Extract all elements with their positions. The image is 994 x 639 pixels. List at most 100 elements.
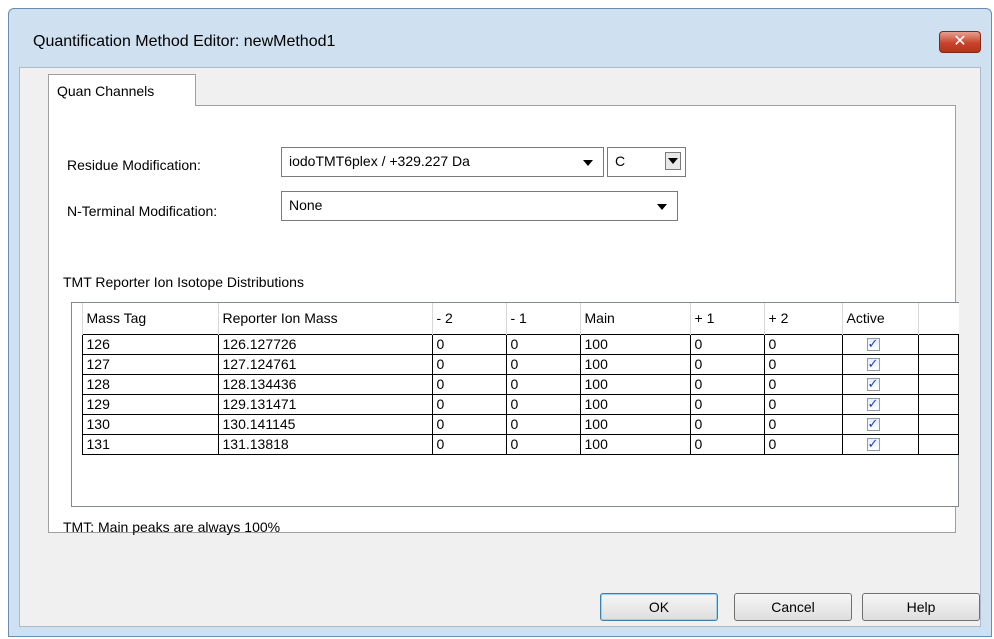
table-cell[interactable]: 130 — [81, 414, 219, 435]
row-filler — [917, 414, 959, 435]
table-cell[interactable]: 0 — [431, 394, 507, 415]
n-terminal-modification-select[interactable]: None — [281, 191, 678, 221]
chevron-down-icon — [657, 204, 667, 210]
active-cell[interactable] — [841, 374, 919, 395]
row-header[interactable] — [72, 355, 82, 375]
table-cell[interactable]: 131.13818 — [217, 434, 433, 455]
row-filler — [917, 434, 959, 455]
row-header[interactable] — [72, 415, 82, 435]
table-cell[interactable]: 130.141145 — [217, 414, 433, 435]
table-cell[interactable]: 128 — [81, 374, 219, 395]
table-cell[interactable]: 0 — [505, 434, 581, 455]
table-row[interactable]: 129 129.131471 0 0 100 0 0 — [72, 394, 959, 415]
table-cell[interactable]: 0 — [763, 394, 843, 415]
table-cell[interactable]: 0 — [689, 354, 765, 375]
column-header[interactable]: + 1 — [689, 303, 764, 335]
isotope-grid[interactable]: Mass Tag Reporter Ion Mass - 2 - 1 Main … — [71, 302, 959, 507]
table-cell[interactable]: 0 — [763, 374, 843, 395]
table-row[interactable]: 128 128.134436 0 0 100 0 0 — [72, 374, 959, 395]
table-cell[interactable]: 0 — [505, 374, 581, 395]
active-cell[interactable] — [841, 414, 919, 435]
table-cell[interactable]: 0 — [689, 374, 765, 395]
tab-label: Quan Channels — [57, 83, 155, 99]
table-cell[interactable]: 0 — [431, 414, 507, 435]
table-cell[interactable]: 0 — [689, 434, 765, 455]
table-cell[interactable]: 0 — [763, 434, 843, 455]
residue-dropdown-button[interactable] — [665, 152, 681, 170]
table-cell[interactable]: 0 — [505, 334, 581, 355]
table-cell[interactable]: 128.134436 — [217, 374, 433, 395]
active-checkbox[interactable] — [866, 356, 880, 372]
table-cell[interactable]: 0 — [763, 414, 843, 435]
table-cell[interactable]: 100 — [579, 354, 691, 375]
n-terminal-modification-value: None — [289, 197, 323, 213]
table-cell[interactable]: 129.131471 — [217, 394, 433, 415]
table-cell[interactable]: 127 — [81, 354, 219, 375]
tab-quan-channels[interactable]: Quan Channels — [48, 74, 196, 106]
table-cell[interactable]: 100 — [579, 374, 691, 395]
table-cell[interactable]: 126 — [81, 334, 219, 355]
residue-modification-select[interactable]: iodoTMT6plex / +329.227 Da — [281, 147, 604, 177]
row-header[interactable] — [72, 395, 82, 415]
row-header[interactable] — [72, 335, 82, 355]
row-filler — [917, 394, 959, 415]
table-cell[interactable]: 0 — [505, 414, 581, 435]
column-header[interactable]: - 2 — [431, 303, 506, 335]
active-checkbox[interactable] — [866, 416, 880, 432]
title-bar[interactable]: Quantification Method Editor: newMethod1… — [9, 9, 991, 67]
isotope-distributions-label: TMT Reporter Ion Isotope Distributions — [63, 274, 304, 290]
residue-select[interactable]: C — [607, 147, 686, 177]
close-button[interactable]: ✕ — [939, 31, 981, 53]
row-filler — [917, 354, 959, 375]
row-header[interactable] — [72, 435, 82, 455]
row-header-corner — [72, 303, 82, 335]
table-row[interactable]: 130 130.141145 0 0 100 0 0 — [72, 414, 959, 435]
table-cell[interactable]: 100 — [579, 394, 691, 415]
table-cell[interactable]: 0 — [431, 334, 507, 355]
table-cell[interactable]: 0 — [689, 414, 765, 435]
table-cell[interactable]: 0 — [689, 394, 765, 415]
table-cell[interactable]: 0 — [763, 334, 843, 355]
table-cell[interactable]: 0 — [505, 354, 581, 375]
table-cell[interactable]: 131 — [81, 434, 219, 455]
column-header[interactable]: Active — [841, 303, 918, 335]
active-cell[interactable] — [841, 354, 919, 375]
table-cell[interactable]: 0 — [505, 394, 581, 415]
column-header[interactable]: + 2 — [763, 303, 842, 335]
table-cell[interactable]: 127.124761 — [217, 354, 433, 375]
tab-panel: Residue Modification: iodoTMT6plex / +32… — [48, 105, 959, 535]
table-cell[interactable]: 0 — [431, 354, 507, 375]
active-checkbox[interactable] — [866, 396, 880, 412]
cancel-button[interactable]: Cancel — [734, 593, 852, 621]
table-cell[interactable]: 126.127726 — [217, 334, 433, 355]
column-header[interactable]: Main — [579, 303, 690, 335]
dialog-client: Quan Channels Residue Modification: iodo… — [19, 67, 981, 627]
active-cell[interactable] — [841, 394, 919, 415]
help-button[interactable]: Help — [862, 593, 980, 621]
active-checkbox[interactable] — [866, 436, 880, 452]
table-cell[interactable]: 0 — [689, 334, 765, 355]
active-checkbox[interactable] — [866, 376, 880, 392]
table-row[interactable]: 131 131.13818 0 0 100 0 0 — [72, 434, 959, 455]
residue-value: C — [615, 153, 626, 169]
row-header[interactable] — [72, 375, 82, 395]
table-cell[interactable]: 100 — [579, 334, 691, 355]
column-header[interactable]: - 1 — [505, 303, 580, 335]
column-header[interactable]: Mass Tag — [81, 303, 218, 335]
table-cell[interactable]: 100 — [579, 414, 691, 435]
ok-button[interactable]: OK — [600, 593, 718, 621]
table-cell[interactable]: 0 — [431, 374, 507, 395]
residue-modification-label: Residue Modification: — [67, 157, 201, 173]
active-checkbox[interactable] — [866, 336, 880, 352]
table-cell[interactable]: 0 — [763, 354, 843, 375]
active-cell[interactable] — [841, 434, 919, 455]
table-row[interactable]: 127 127.124761 0 0 100 0 0 — [72, 354, 959, 375]
column-header[interactable]: Reporter Ion Mass — [217, 303, 432, 335]
close-icon: ✕ — [953, 33, 967, 50]
active-cell[interactable] — [841, 334, 919, 355]
table-row[interactable]: 126 126.127726 0 0 100 0 0 — [72, 334, 959, 355]
table-cell[interactable]: 0 — [431, 434, 507, 455]
table-cell[interactable]: 100 — [579, 434, 691, 455]
row-filler — [917, 334, 959, 355]
table-cell[interactable]: 129 — [81, 394, 219, 415]
